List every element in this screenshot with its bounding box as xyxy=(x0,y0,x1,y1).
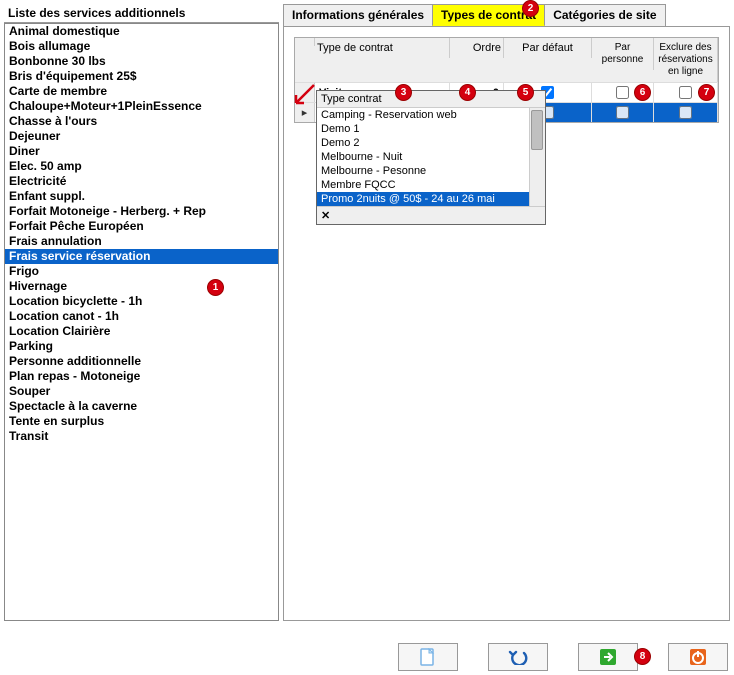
list-item[interactable]: Forfait Pêche Européen xyxy=(5,219,278,234)
callout-4: 4 xyxy=(459,84,476,101)
list-item[interactable]: Tente en surplus xyxy=(5,414,278,429)
undo-icon xyxy=(508,649,528,665)
services-panel: Liste des services additionnels Animal d… xyxy=(4,4,279,621)
annotation-arrow xyxy=(290,83,318,111)
dropdown-scroll-thumb[interactable] xyxy=(531,110,543,150)
list-item[interactable]: Forfait Motoneige - Herberg. + Rep xyxy=(5,204,278,219)
detail-panel: Informations générales Types de contrat … xyxy=(283,4,730,621)
list-item[interactable]: Elec. 50 amp xyxy=(5,159,278,174)
services-title: Liste des services additionnels xyxy=(4,4,279,23)
dropdown-scrollbar[interactable] xyxy=(529,108,545,206)
list-item[interactable]: Carte de membre xyxy=(5,84,278,99)
list-item[interactable]: Animal domestique xyxy=(5,24,278,39)
undo-button[interactable] xyxy=(488,643,548,671)
apply-button[interactable] xyxy=(578,643,638,671)
callout-8: 8 xyxy=(634,648,651,665)
callout-2: 2 xyxy=(522,0,539,17)
list-item[interactable]: Bris d'équipement 25$ xyxy=(5,69,278,84)
dropdown-option[interactable]: Demo 2 xyxy=(317,136,545,150)
dropdown-option[interactable]: Membre FQCC xyxy=(317,178,545,192)
list-item[interactable]: Diner xyxy=(5,144,278,159)
col-ordre[interactable]: Ordre xyxy=(450,38,504,58)
dropdown-option[interactable]: Melbourne - Pesonne xyxy=(317,164,545,178)
cell-pers-new[interactable] xyxy=(592,103,654,122)
dropdown-header: Type contrat xyxy=(317,91,545,108)
list-item[interactable]: Chasse à l'ours xyxy=(5,114,278,129)
dropdown-option[interactable]: Demo 1 xyxy=(317,122,545,136)
pers-checkbox-new[interactable] xyxy=(616,106,629,119)
list-item[interactable]: Electricité xyxy=(5,174,278,189)
tab-body: Type de contrat Ordre Par défaut Par per… xyxy=(283,26,730,621)
tab-general[interactable]: Informations générales xyxy=(283,4,433,26)
grid-header-margin xyxy=(295,38,315,46)
list-item[interactable]: Souper xyxy=(5,384,278,399)
list-item[interactable]: Dejeuner xyxy=(5,129,278,144)
tab-categories-site[interactable]: Catégories de site xyxy=(544,4,665,26)
col-exclure[interactable]: Exclure des réservations en ligne xyxy=(654,38,718,82)
list-item[interactable]: Location bicyclette - 1h xyxy=(5,294,278,309)
list-item[interactable]: Frais annulation xyxy=(5,234,278,249)
list-item[interactable]: Spectacle à la caverne xyxy=(5,399,278,414)
list-item[interactable]: Chaloupe+Moteur+1PleinEssence xyxy=(5,99,278,114)
tab-bar: Informations générales Types de contrat … xyxy=(283,4,730,26)
callout-3: 3 xyxy=(395,84,412,101)
power-button[interactable] xyxy=(668,643,728,671)
list-item[interactable]: Bois allumage xyxy=(5,39,278,54)
callout-5: 5 xyxy=(517,84,534,101)
list-item[interactable]: Frigo xyxy=(5,264,278,279)
dropdown-option[interactable]: Melbourne - Nuit xyxy=(317,150,545,164)
excl-checkbox[interactable] xyxy=(679,86,692,99)
dropdown-body[interactable]: Camping - Reservation webDemo 1Demo 2Mel… xyxy=(317,108,545,206)
document-icon xyxy=(420,648,436,666)
dropdown-option[interactable]: Promo 2nuits @ 50$ - 24 au 26 mai xyxy=(317,192,545,206)
cell-excl-new[interactable] xyxy=(654,103,718,122)
dropdown-option[interactable]: Camping - Reservation web xyxy=(317,108,545,122)
arrow-right-icon xyxy=(599,648,617,666)
list-item[interactable]: Location Clairière xyxy=(5,324,278,339)
pers-checkbox[interactable] xyxy=(616,86,629,99)
power-icon xyxy=(689,648,707,666)
services-list[interactable]: Animal domestiqueBois allumageBonbonne 3… xyxy=(4,23,279,621)
callout-1: 1 xyxy=(207,279,224,296)
list-item[interactable]: Frais service réservation xyxy=(5,249,278,264)
callout-6: 6 xyxy=(634,84,651,101)
list-item[interactable]: Location canot - 1h xyxy=(5,309,278,324)
list-item[interactable]: Enfant suppl. xyxy=(5,189,278,204)
list-item[interactable]: Parking xyxy=(5,339,278,354)
col-type[interactable]: Type de contrat xyxy=(315,38,450,58)
col-default[interactable]: Par défaut xyxy=(504,38,592,58)
type-contrat-dropdown[interactable]: Type contrat Camping - Reservation webDe… xyxy=(316,90,546,225)
new-button[interactable] xyxy=(398,643,458,671)
callout-7: 7 xyxy=(698,84,715,101)
list-item[interactable]: Personne additionnelle xyxy=(5,354,278,369)
list-item[interactable]: Transit xyxy=(5,429,278,444)
excl-checkbox-new[interactable] xyxy=(679,106,692,119)
bottom-toolbar xyxy=(398,643,728,671)
col-par-personne[interactable]: Par personne xyxy=(592,38,654,70)
list-item[interactable]: Bonbonne 30 lbs xyxy=(5,54,278,69)
grid-header: Type de contrat Ordre Par défaut Par per… xyxy=(295,38,718,82)
dropdown-close[interactable]: ✕ xyxy=(317,206,545,224)
list-item[interactable]: Plan repas - Motoneige xyxy=(5,369,278,384)
list-item[interactable]: Hivernage xyxy=(5,279,278,294)
